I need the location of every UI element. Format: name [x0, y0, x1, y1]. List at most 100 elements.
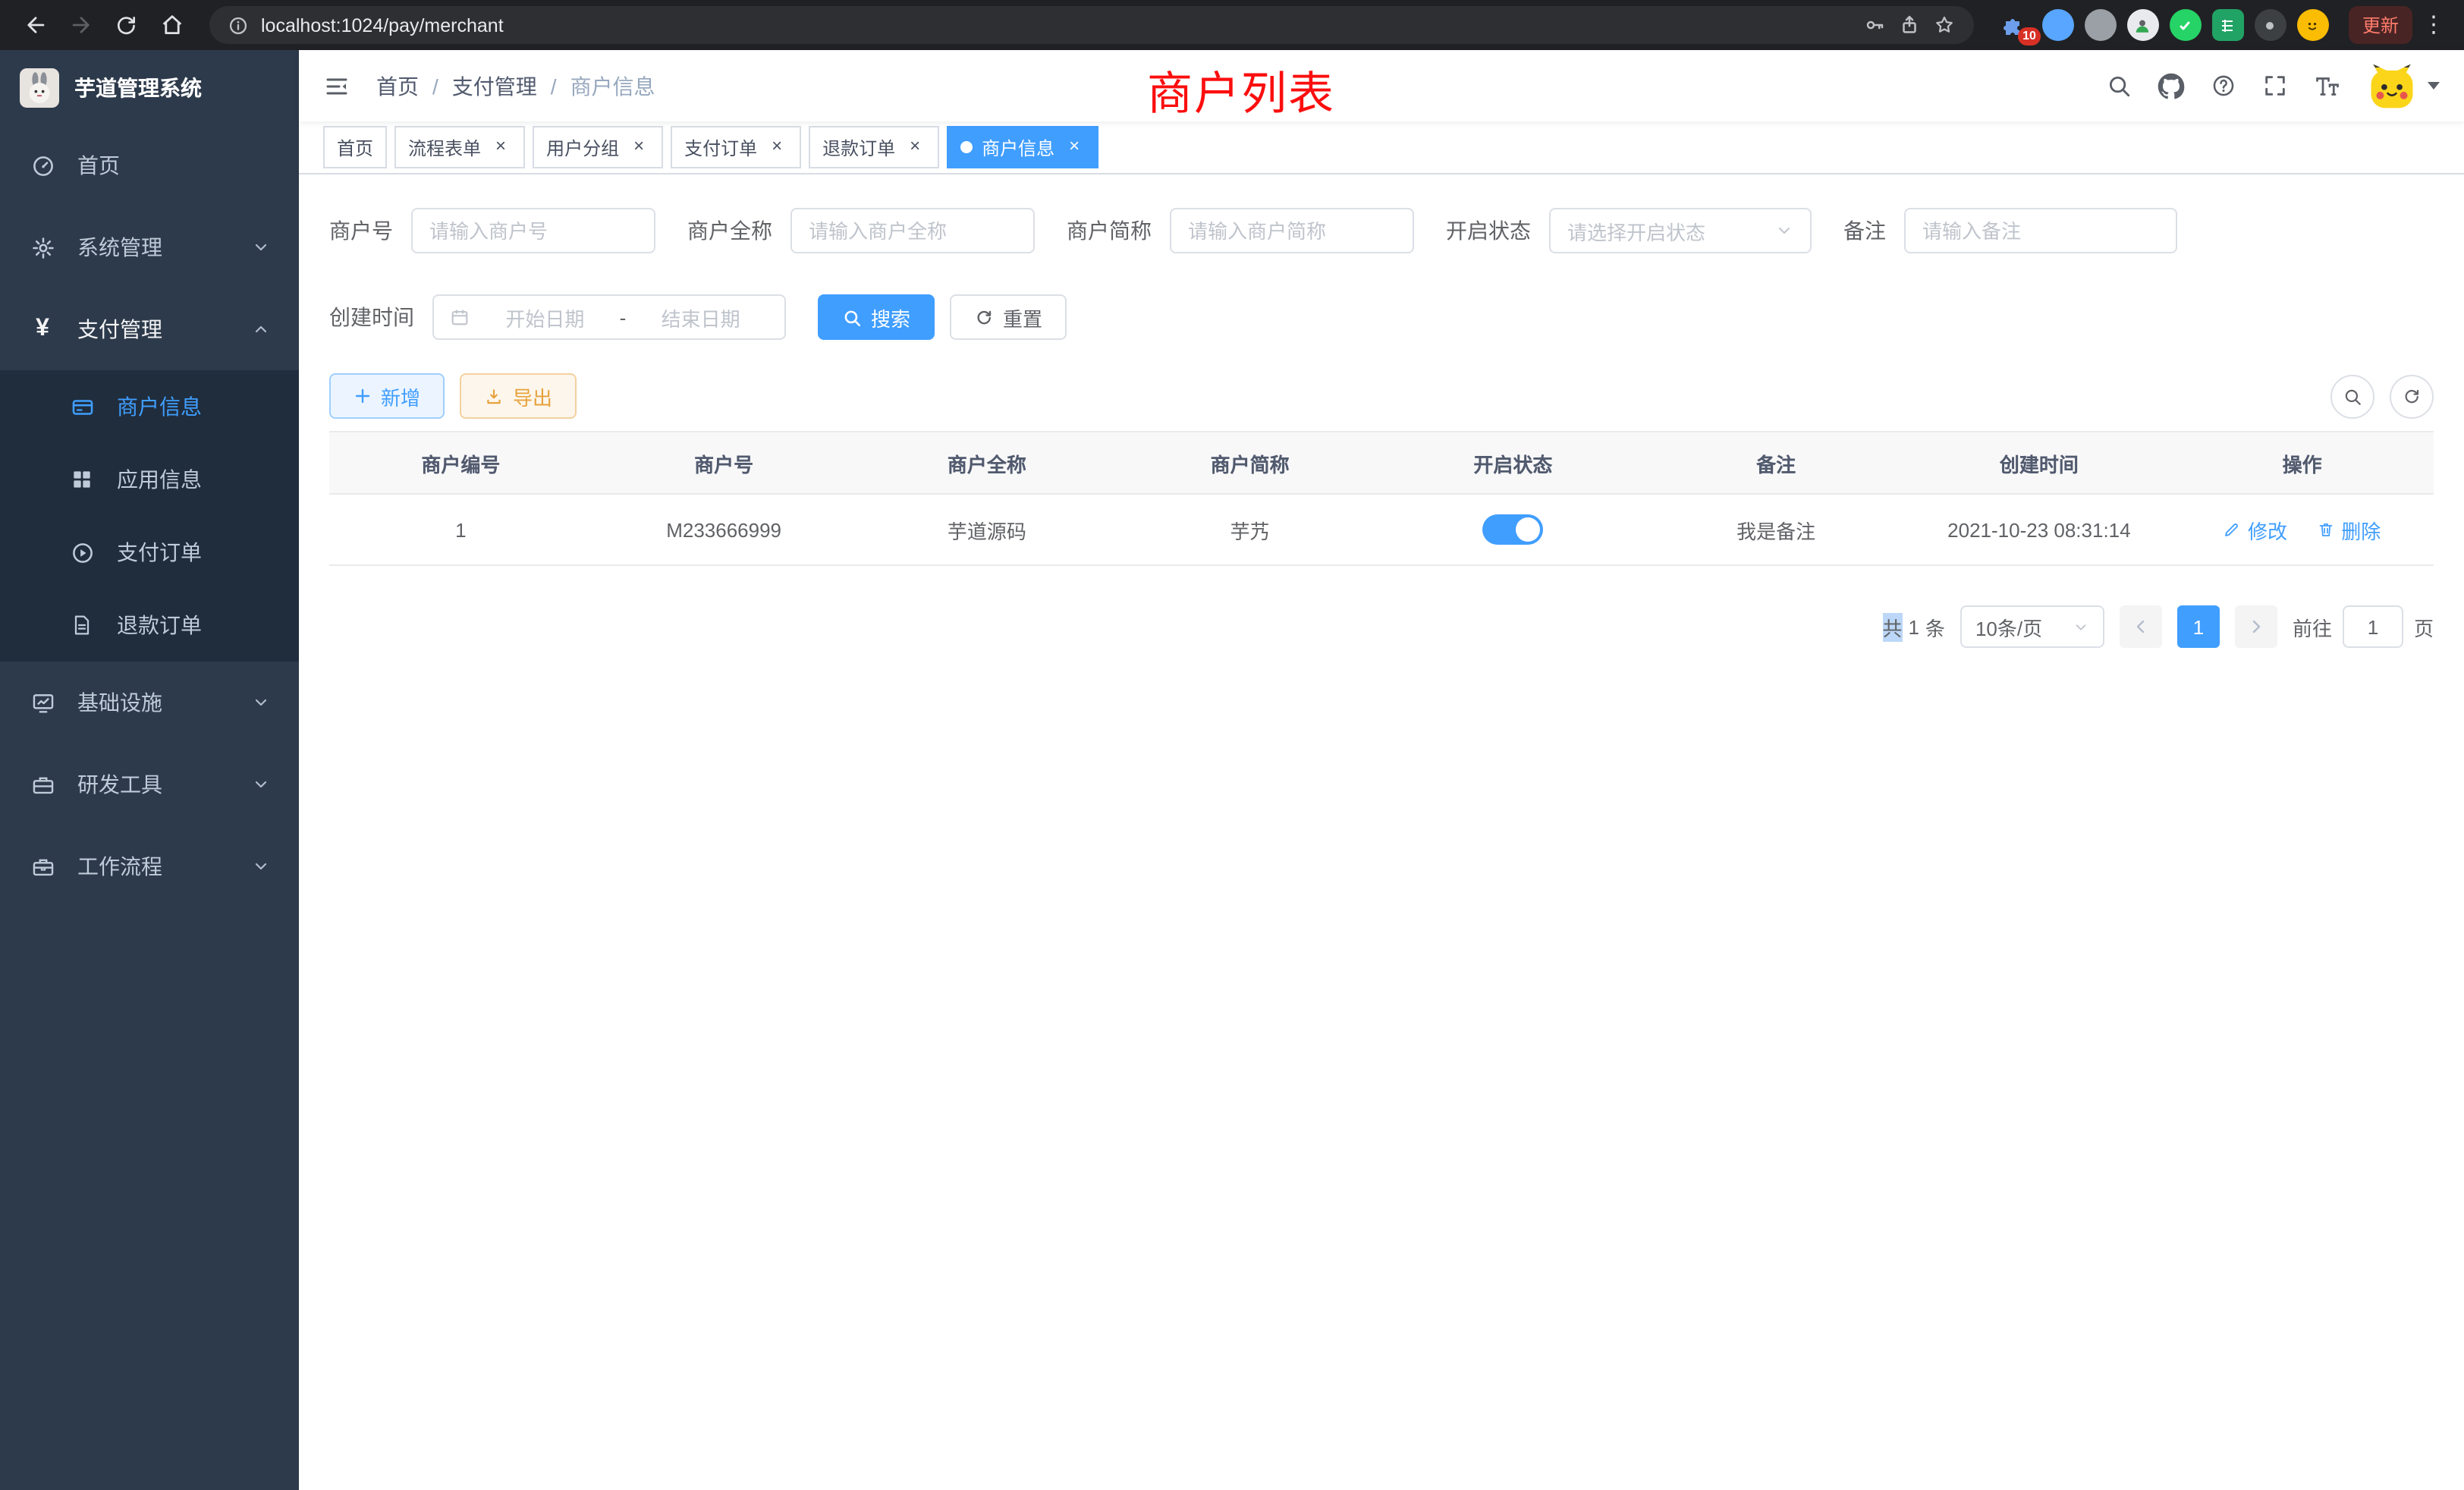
fullscreen-icon[interactable]	[2262, 73, 2288, 99]
short-name-input[interactable]	[1170, 208, 1414, 253]
delete-link-label: 删除	[2341, 515, 2381, 544]
share-icon[interactable]	[1898, 14, 1921, 36]
reset-button[interactable]: 重置	[950, 294, 1067, 340]
close-icon[interactable]	[1064, 137, 1085, 158]
remark-input[interactable]	[1904, 208, 2177, 253]
extension-avatar-icon[interactable]	[2127, 9, 2159, 41]
github-icon[interactable]	[2158, 72, 2185, 99]
close-icon[interactable]	[904, 137, 926, 158]
forward-icon[interactable]	[61, 5, 100, 45]
font-size-icon[interactable]	[2314, 72, 2341, 99]
sidebar-item-refund-order[interactable]: 退款订单	[0, 589, 299, 662]
browser-toolbar: localhost:1024/pay/merchant 10	[0, 0, 2464, 50]
tab-user-group[interactable]: 用户分组	[533, 126, 663, 168]
sidebar-item-merchant-info[interactable]: 商户信息	[0, 370, 299, 443]
sidebar-item-dev-tools[interactable]: 研发工具	[0, 743, 299, 825]
close-icon[interactable]	[490, 137, 511, 158]
dashboard-icon	[29, 152, 56, 179]
refresh-table-button[interactable]	[2390, 374, 2434, 418]
back-icon[interactable]	[15, 5, 55, 45]
hamburger-icon[interactable]	[323, 72, 350, 99]
chrome-menu-icon[interactable]	[2422, 11, 2446, 39]
chevron-down-icon	[252, 238, 270, 256]
add-button[interactable]: 新增	[329, 373, 445, 419]
bookmark-star-icon[interactable]	[1933, 14, 1956, 36]
cell-remark: 我是备注	[1645, 494, 1908, 565]
toolbox-icon	[29, 771, 56, 798]
sidebar-item-label: 支付管理	[77, 314, 231, 344]
extension-smiley-icon[interactable]	[2297, 9, 2329, 41]
extension-sheets-icon[interactable]	[2212, 9, 2244, 41]
search-button-label: 搜索	[871, 303, 910, 332]
goto-page-input[interactable]	[2343, 605, 2403, 648]
gear-icon	[29, 234, 56, 261]
tab-process-form[interactable]: 流程表单	[394, 126, 525, 168]
home-icon[interactable]	[152, 5, 191, 45]
add-button-label: 新增	[381, 382, 420, 410]
tab-merchant-info[interactable]: 商户信息	[947, 126, 1098, 168]
sidebar-item-home[interactable]: 首页	[0, 124, 299, 206]
delete-link[interactable]: 删除	[2317, 515, 2381, 544]
sidebar-item-infrastructure[interactable]: 基础设施	[0, 662, 299, 743]
tab-home[interactable]: 首页	[323, 126, 387, 168]
briefcase-icon	[29, 853, 56, 880]
sidebar-item-app-info[interactable]: 应用信息	[0, 443, 299, 516]
breadcrumb-home[interactable]: 首页	[376, 71, 419, 101]
search-icon[interactable]	[2106, 73, 2132, 99]
navbar-actions	[2106, 61, 2440, 111]
status-toggle[interactable]	[1482, 514, 1543, 545]
grid-icon	[68, 466, 96, 493]
sidebar-logo[interactable]: 芋道管理系统	[0, 50, 299, 124]
full-name-input[interactable]	[790, 208, 1035, 253]
close-icon[interactable]	[628, 137, 649, 158]
table-row: 1 M233666999 芋道源码 芋艿 我是备注 2021-10-23 08:…	[329, 494, 2434, 565]
status-select[interactable]: 请选择开启状态	[1549, 208, 1812, 253]
cell-create-time: 2021-10-23 08:31:14	[1908, 494, 2171, 565]
tabs-bar: 首页 流程表单 用户分组 支付订单 退款订单	[299, 121, 2464, 174]
breadcrumb: 首页 支付管理 商户信息	[376, 71, 655, 101]
merchant-no-input[interactable]	[411, 208, 655, 253]
reload-icon[interactable]	[106, 5, 146, 45]
user-menu[interactable]	[2367, 61, 2440, 111]
merchant-table: 商户编号 商户号 商户全称 商户简称 开启状态 备注 创建时间 操作 1	[329, 431, 2434, 566]
page-size-select[interactable]: 10条/页	[1960, 605, 2104, 648]
sidebar-item-pay-order[interactable]: 支付订单	[0, 516, 299, 589]
chevron-down-icon	[1775, 222, 1793, 240]
extension-puzzle-icon[interactable]: 10	[2000, 9, 2032, 41]
sidebar-item-workflow[interactable]: 工作流程	[0, 825, 299, 907]
tab-label: 退款订单	[822, 134, 895, 160]
tab-label: 商户信息	[982, 134, 1054, 160]
toggle-search-button[interactable]	[2330, 374, 2374, 418]
breadcrumb-payment[interactable]: 支付管理	[452, 71, 537, 101]
extension-green-circle-icon[interactable]	[2170, 9, 2202, 41]
password-key-icon[interactable]	[1863, 14, 1886, 36]
sidebar-item-system[interactable]: 系统管理	[0, 206, 299, 288]
extension-gray-icon[interactable]	[2085, 9, 2117, 41]
cell-short-name: 芋艿	[1118, 494, 1381, 565]
chevron-down-icon	[252, 857, 270, 875]
info-icon[interactable]	[228, 14, 249, 36]
refund-doc-icon	[68, 611, 96, 639]
filter-label: 商户简称	[1067, 215, 1152, 246]
total-prefix: 共	[1882, 612, 1902, 641]
close-icon[interactable]	[766, 137, 787, 158]
tab-refund-order[interactable]: 退款订单	[809, 126, 939, 168]
col-actions: 操作	[2170, 432, 2434, 494]
sidebar-item-label: 系统管理	[77, 232, 231, 262]
export-button[interactable]: 导出	[460, 373, 577, 419]
next-page-button[interactable]	[2235, 605, 2277, 648]
help-icon[interactable]	[2211, 73, 2236, 99]
address-bar[interactable]: localhost:1024/pay/merchant	[209, 6, 1974, 44]
sidebar-item-payment[interactable]: 支付管理	[0, 288, 299, 370]
search-button[interactable]: 搜索	[818, 294, 935, 340]
page-number-button[interactable]: 1	[2177, 605, 2220, 648]
date-range-picker[interactable]: 开始日期 - 结束日期	[432, 294, 786, 340]
edit-link[interactable]: 修改	[2224, 515, 2287, 544]
sidebar-item-label: 商户信息	[117, 391, 270, 422]
extension-drop-icon[interactable]	[2042, 9, 2074, 41]
extension-dark-puzzle-icon[interactable]	[2255, 9, 2286, 41]
tab-pay-order[interactable]: 支付订单	[671, 126, 801, 168]
toolbar-row: 新增 导出	[329, 373, 2434, 419]
prev-page-button[interactable]	[2120, 605, 2162, 648]
chrome-update-button[interactable]: 更新	[2349, 6, 2412, 44]
